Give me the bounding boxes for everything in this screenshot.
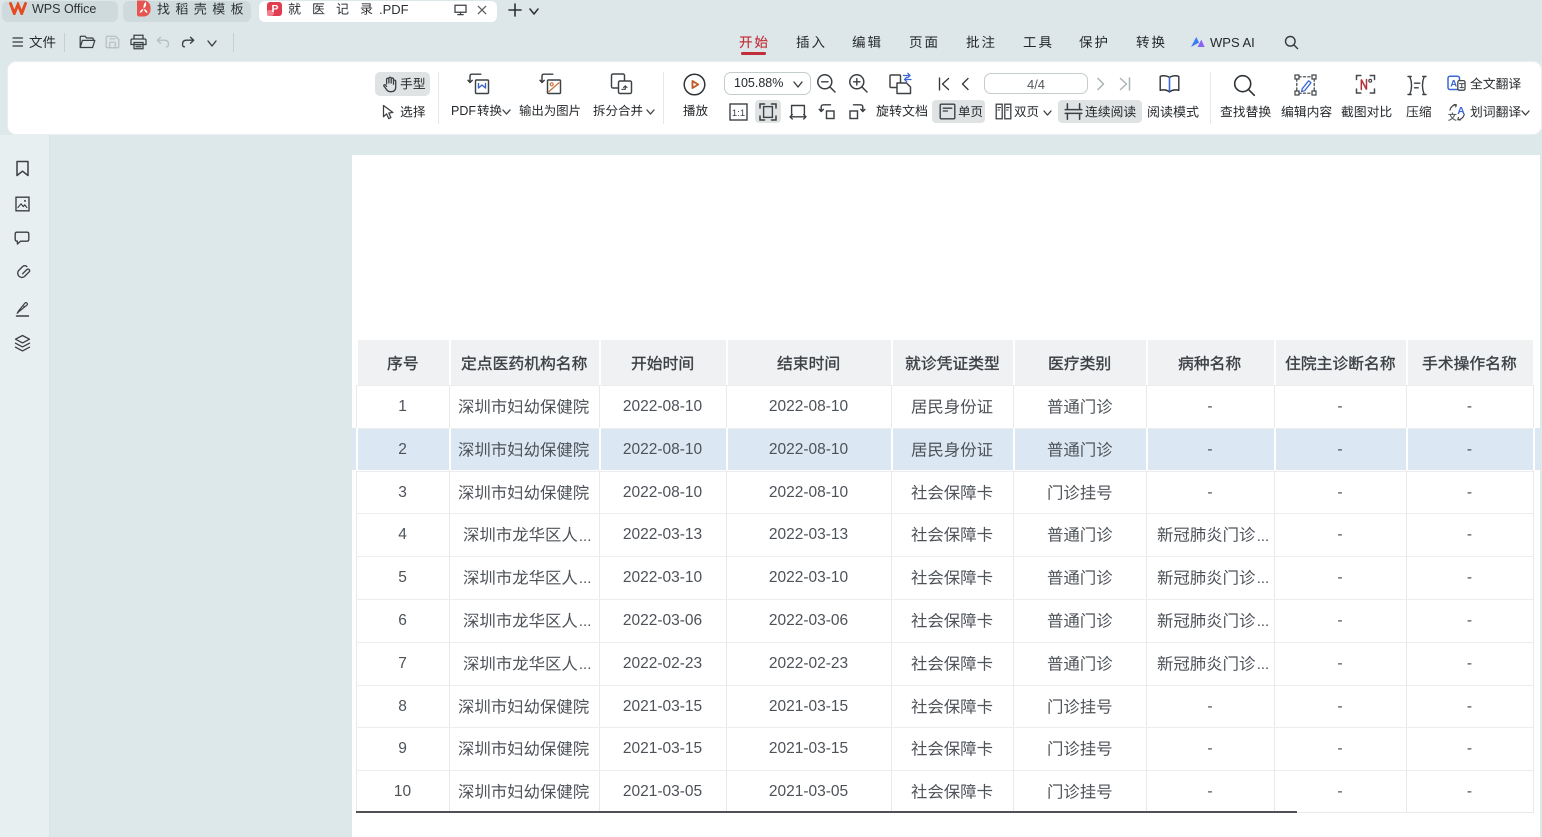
svg-text:1:1: 1:1	[732, 108, 745, 119]
svg-text:A: A	[1450, 79, 1457, 90]
